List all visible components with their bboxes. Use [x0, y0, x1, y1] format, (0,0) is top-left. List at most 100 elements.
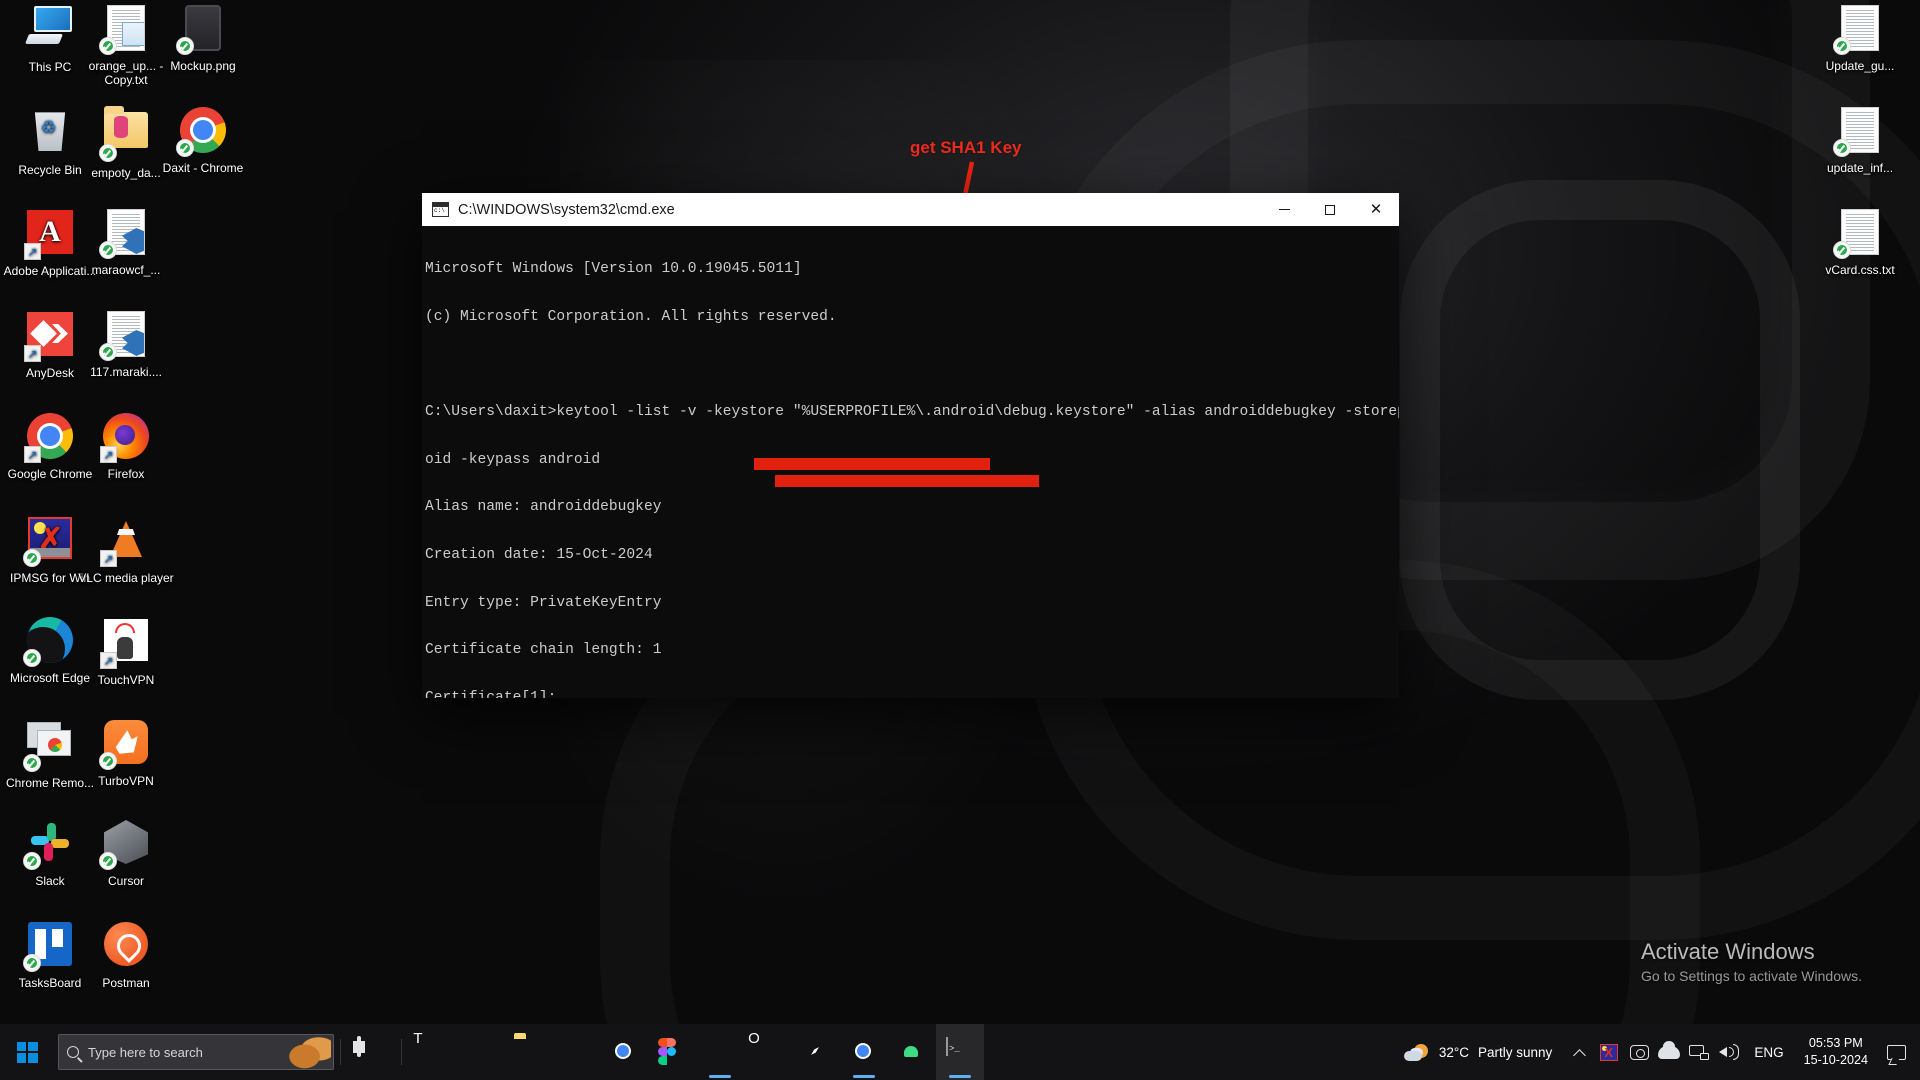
desktop-icon-daxit-chrome[interactable]: Daxit - Chrome: [155, 106, 251, 175]
chrome-icon: [610, 1038, 638, 1066]
taskbar-item-command-prompt[interactable]: [936, 1024, 984, 1080]
taskbar-item-android-studio[interactable]: [888, 1024, 936, 1080]
notification-center-button[interactable]: [1878, 1024, 1914, 1080]
chrome-remote-desktop-icon: [26, 722, 74, 770]
desktop-icon-label: update_inf...: [1812, 161, 1908, 175]
clock[interactable]: 05:53 PM 15-10-2024: [1794, 1035, 1878, 1069]
search-icon: [67, 1046, 79, 1058]
terminal-line: (c) Microsoft Corporation. All rights re…: [425, 310, 1399, 326]
desktop-icon-turbovpn[interactable]: TurboVPN: [78, 718, 174, 788]
onedrive-sync-badge: [23, 549, 41, 567]
taskbar-item-hexa-app[interactable]: [456, 1024, 504, 1080]
chrome-icon: [850, 1038, 878, 1066]
desktop-icon-117-maraki[interactable]: 117.maraki....: [78, 310, 174, 379]
chrome-icon: [179, 107, 227, 155]
hexagon-app-icon: [466, 1038, 494, 1066]
running-indicator: [709, 1075, 731, 1078]
notification-center-icon: [1887, 1045, 1906, 1060]
taskbar-item-google-chrome[interactable]: [600, 1024, 648, 1080]
taskbar-item-microsoft-store[interactable]: [552, 1024, 600, 1080]
onedrive-sync-badge: [176, 37, 194, 55]
maximize-button[interactable]: [1307, 193, 1353, 226]
desktop-icon-maraowcf[interactable]: maraowcf_...: [78, 208, 174, 277]
compass-icon: [802, 1038, 830, 1066]
desktop-icon-mockup-png[interactable]: Mockup.png: [155, 4, 251, 73]
sha1-redaction-bar: [754, 458, 990, 470]
vscode-icon: [706, 1038, 734, 1066]
search-input[interactable]: Type here to search: [58, 1034, 334, 1070]
text-file-icon: [1836, 107, 1884, 155]
system-tray[interactable]: 32°C Partly sunny ENG 05:53 PM 15-10-202…: [1396, 1024, 1920, 1080]
onedrive-sync-badge: [23, 649, 41, 667]
onedrive-sync-badge: [1833, 139, 1851, 157]
folder-database-icon: [102, 112, 150, 160]
desktop-icon-postman[interactable]: Postman: [78, 920, 174, 990]
terminal-line: Alias name: androiddebugkey: [425, 500, 1399, 516]
taskbar-item-chrome-window[interactable]: [840, 1024, 888, 1080]
weather-widget[interactable]: 32°C Partly sunny: [1396, 1024, 1564, 1080]
camera-tray-icon: [1630, 1045, 1649, 1060]
onedrive-sync-badge: [99, 144, 117, 162]
adobe-icon: A ↗: [26, 210, 74, 258]
edge-icon: [26, 617, 74, 665]
taskbar-divider: [401, 1039, 402, 1065]
terminal-output[interactable]: Microsoft Windows [Version 10.0.19045.50…: [422, 226, 1399, 698]
taskbar-item-outlook[interactable]: [744, 1024, 792, 1080]
onedrive-sync-badge: [99, 752, 117, 770]
slack-icon: [26, 820, 74, 868]
wallpaper-curve-4: [1400, 180, 1800, 700]
close-button[interactable]: ✕: [1353, 193, 1399, 226]
language-indicator[interactable]: ENG: [1744, 1045, 1793, 1060]
postman-icon: [102, 922, 150, 970]
tray-item-volume[interactable]: [1714, 1024, 1744, 1080]
this-pc-icon: [26, 6, 74, 54]
desktop-icon-vlc-media-player[interactable]: ↗ VLC media player: [78, 514, 174, 585]
tray-item-network[interactable]: [1684, 1024, 1714, 1080]
shortcut-badge: ↗: [24, 243, 41, 260]
tray-item-camera[interactable]: [1624, 1024, 1654, 1080]
window-title: C:\WINDOWS\system32\cmd.exe: [458, 202, 1261, 218]
partly-sunny-icon: [1404, 1041, 1430, 1063]
terminal-line: Microsoft Windows [Version 10.0.19045.50…: [425, 262, 1399, 278]
sha256-redaction-bar: [775, 475, 1039, 487]
start-button[interactable]: [0, 1024, 54, 1080]
taskbar-item-task-view[interactable]: [347, 1024, 395, 1080]
taskbar-item-file-explorer[interactable]: [504, 1024, 552, 1080]
clock-time: 05:53 PM: [1804, 1035, 1868, 1052]
onedrive-sync-badge: [99, 343, 117, 361]
desktop-icon-cursor[interactable]: Cursor: [78, 818, 174, 888]
terminal-line: Creation date: 15-Oct-2024: [425, 548, 1399, 564]
desktop-icon-firefox[interactable]: ↗ Firefox: [78, 412, 174, 481]
teams-icon: [418, 1038, 446, 1066]
show-hidden-icons-button[interactable]: [1564, 1024, 1594, 1080]
ipmsg-tray-icon: [1600, 1044, 1618, 1061]
tray-item-onedrive[interactable]: [1654, 1024, 1684, 1080]
desktop-icon-update-gu[interactable]: Update_gu...: [1812, 4, 1908, 73]
taskbar-item-visual-studio-code[interactable]: [696, 1024, 744, 1080]
desktop-icon-label: Daxit - Chrome: [155, 161, 251, 175]
taskbar-divider: [340, 1039, 341, 1065]
terminal-line: Certificate[1]:: [425, 691, 1399, 698]
tray-item-ipmsg[interactable]: [1594, 1024, 1624, 1080]
text-file-icon: [102, 5, 150, 53]
terminal-body[interactable]: Microsoft Windows [Version 10.0.19045.50…: [422, 226, 1399, 698]
onedrive-sync-badge: [1833, 241, 1851, 259]
taskbar-item-compass-app[interactable]: [792, 1024, 840, 1080]
android-icon: [898, 1038, 926, 1066]
taskbar[interactable]: Type here to search 32°C Partly sunny EN…: [0, 1024, 1920, 1080]
desktop-icon-update-inf[interactable]: update_inf...: [1812, 106, 1908, 175]
desktop-icon-label: VLC media player: [78, 571, 174, 585]
desktop-icon-label: vCard.css.txt: [1812, 263, 1908, 277]
microsoft-store-icon: [562, 1038, 590, 1066]
terminal-line-command: C:\Users\daxit>keytool -list -v -keystor…: [425, 405, 1399, 421]
watermark-subtitle: Go to Settings to activate Windows.: [1641, 966, 1862, 986]
desktop-icon-touchvpn[interactable]: ↗ TouchVPN: [78, 616, 174, 687]
desktop[interactable]: This PC orange_up... - Copy.txt Mockup.p…: [0, 0, 1920, 1080]
shortcut-badge: ↗: [100, 550, 117, 567]
minimize-button[interactable]: [1261, 193, 1307, 226]
window-titlebar[interactable]: C:\WINDOWS\system32\cmd.exe ✕: [422, 193, 1399, 226]
command-prompt-window[interactable]: C:\WINDOWS\system32\cmd.exe ✕ Microsoft …: [422, 193, 1399, 698]
taskbar-item-teams[interactable]: [408, 1024, 456, 1080]
taskbar-item-figma[interactable]: [648, 1024, 696, 1080]
desktop-icon-vcard-css-txt[interactable]: vCard.css.txt: [1812, 208, 1908, 277]
